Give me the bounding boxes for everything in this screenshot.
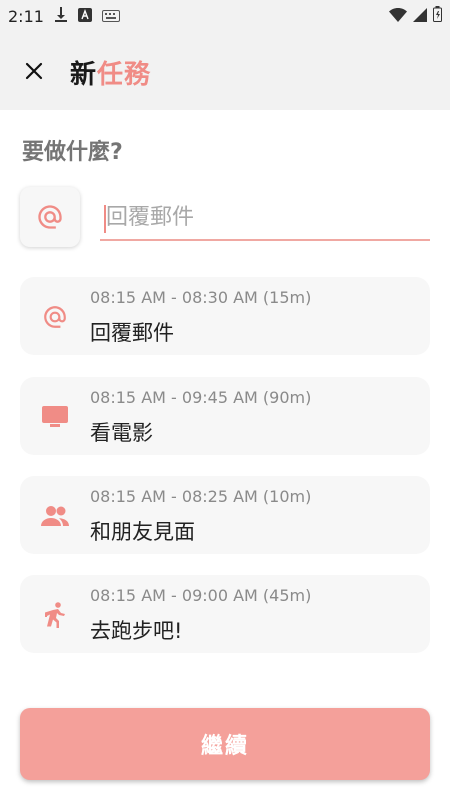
suggestion-card[interactable]: 08:15 AM - 08:25 AM (10m) 和朋友見面 — [20, 476, 430, 554]
status-bar: 2:11 — [0, 0, 450, 32]
suggestion-name: 看電影 — [90, 421, 153, 445]
download-icon — [54, 6, 68, 26]
at-icon — [40, 304, 70, 330]
signal-icon — [413, 7, 427, 26]
icon-picker-button[interactable] — [20, 187, 80, 247]
suggestion-card[interactable]: 08:15 AM - 09:00 AM (45m) 去跑步吧! — [20, 575, 430, 653]
suggestion-name: 去跑步吧! — [90, 619, 183, 643]
suggestion-time: 08:15 AM - 08:25 AM (10m) — [90, 487, 312, 506]
wifi-icon — [389, 7, 407, 26]
close-button[interactable] — [22, 59, 46, 83]
task-input-container — [100, 195, 430, 241]
suggestion-time: 08:15 AM - 09:00 AM (45m) — [90, 586, 312, 605]
question-label: 要做什麼? — [22, 140, 123, 165]
suggestion-time: 08:15 AM - 08:30 AM (15m) — [90, 288, 312, 307]
app-bar: 新任務 — [0, 32, 450, 110]
suggestion-time: 08:15 AM - 09:45 AM (90m) — [90, 388, 312, 407]
close-icon — [25, 62, 43, 80]
title-part-new: 新 — [70, 60, 98, 90]
task-name-input[interactable] — [100, 195, 430, 239]
a-icon — [77, 7, 92, 26]
suggestion-name: 回覆郵件 — [90, 321, 174, 345]
text-cursor — [104, 205, 106, 233]
tv-icon — [40, 404, 70, 430]
keyboard-icon — [101, 7, 120, 26]
title-part-task: 任務 — [97, 60, 152, 90]
continue-button[interactable]: 繼續 — [20, 708, 430, 780]
run-icon — [40, 602, 70, 628]
suggestion-name: 和朋友見面 — [90, 520, 195, 544]
page-title: 新任務 — [70, 54, 151, 91]
at-icon — [38, 205, 62, 229]
status-time: 2:11 — [8, 6, 44, 26]
suggestion-card[interactable]: 08:15 AM - 08:30 AM (15m) 回覆郵件 — [20, 277, 430, 355]
battery-icon — [433, 6, 442, 26]
people-icon — [40, 503, 70, 529]
suggestion-card[interactable]: 08:15 AM - 09:45 AM (90m) 看電影 — [20, 377, 430, 455]
